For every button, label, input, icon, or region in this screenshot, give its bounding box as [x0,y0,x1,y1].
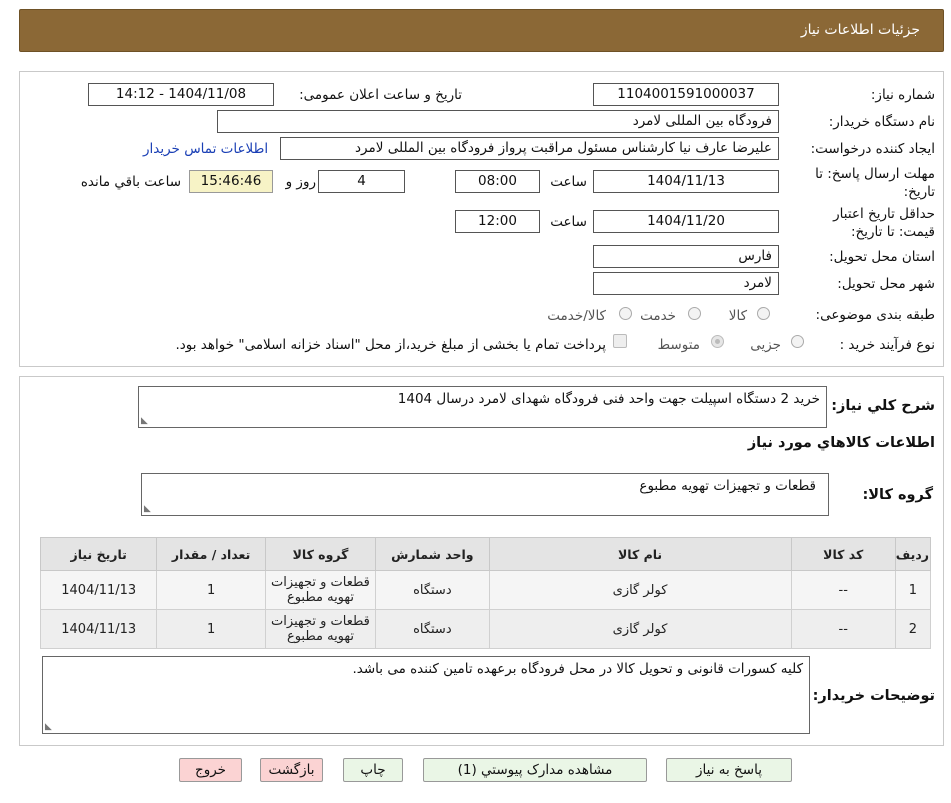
col-item-name: نام کالا [488,537,792,571]
cell-need-date: 1404/11/13 [39,570,158,610]
col-need-date: تاریخ نیاز [39,537,158,571]
category-goods-service-label: کالا/خدمت [547,308,606,324]
page-title: جزئیات اطلاعات نیاز [800,22,920,38]
cell-item-name: کولر گازی [488,609,792,649]
attachments-button[interactable]: مشاهده مدارک پیوستي (1) [423,758,647,782]
deadline-label-line1: مهلت ارسال پاسخ: تا [815,166,935,182]
goods-group-text: قطعات و تجهیزات تهویه مطبوع [639,478,816,494]
page-header: جزئیات اطلاعات نیاز [19,9,944,52]
treasury-payment-note: پرداخت تمام یا بخشی از مبلغ خرید،از محل … [175,337,606,353]
remaining-time-field: 15:46:46 [189,170,273,193]
city-label: شهر محل تحویل: [837,276,935,292]
cell-need-date: 1404/11/13 [39,609,158,649]
validity-date-field: 1404/11/20 [593,210,779,233]
deadline-time-label: ساعت [550,174,587,190]
col-item-code: کد کالا [790,537,896,571]
cell-item-name: کولر گازی [488,570,792,610]
col-unit: واحد شمارش [375,537,490,571]
goods-group-label: گروه کالا: [862,487,933,503]
category-goods-label: کالا [728,308,747,324]
col-quantity: تعداد / مقدار [156,537,266,571]
goods-section-title: اطلاعات کالاهاي مورد نياز [747,435,935,451]
buyer-org-label: نام دستگاه خریدار: [828,114,935,130]
province-label: استان محل تحویل: [829,249,935,265]
process-minor-label: جزیی [750,337,781,353]
description-textarea: خرید 2 دستگاه اسپیلت جهت واحد فنی فرودگا… [138,386,827,428]
cell-row-number: 2 [894,609,932,649]
category-service-label: خدمت [640,308,676,324]
table-header-row: رديف کد کالا نام کالا واحد شمارش گروه کا… [39,537,932,571]
city-field: لامرد [593,272,779,295]
process-medium-radio[interactable] [711,335,724,348]
exit-button[interactable]: خروج [179,758,242,782]
buyer-notes-label: توضیحات خریدار: [812,688,935,704]
description-text: خرید 2 دستگاه اسپیلت جهت واحد فنی فرودگا… [397,391,820,407]
buyer-notes-text: کلیه کسورات قانونی و تحویل کالا در محل ف… [352,661,803,677]
goods-group-textarea: قطعات و تجهیزات تهویه مطبوع ◢ [141,473,829,516]
buyer-contact-link[interactable]: اطلاعات تماس خریدار [143,141,268,157]
requester-field: علیرضا عارف نیا کارشناس مسئول مراقبت پرو… [280,137,779,160]
resize-grip-icon[interactable]: ◢ [144,504,151,514]
cell-unit: دستگاه [375,570,490,610]
cell-row-number: 1 [894,570,932,610]
days-field: 4 [318,170,405,193]
validity-time-field: 12:00 [455,210,540,233]
announce-label: تاریخ و ساعت اعلان عمومی: [299,87,462,103]
category-goods-service-radio[interactable] [619,307,632,320]
process-medium-label: متوسط [657,337,700,353]
cell-unit: دستگاه [375,609,490,649]
remaining-label: ساعت باقي مانده [80,174,181,190]
validity-label-line1: حداقل تاریخ اعتبار [833,206,935,222]
cell-goods-group: قطعات و تجهیزات تهویه مطبوع [264,570,377,610]
cell-item-code: -- [790,609,896,649]
process-label: نوع فرآیند خرید : [839,337,935,353]
buyer-org-field: فرودگاه بین المللی لامرد [217,110,779,133]
col-row-number: رديف [894,537,932,571]
deadline-date-field: 1404/11/13 [593,170,779,193]
need-number-label: شماره نیاز: [870,87,935,103]
category-label: طبقه بندی موضوعی: [815,307,935,323]
print-button[interactable]: چاپ [343,758,403,782]
table-row: 1 -- کولر گازی دستگاه قطعات و تجهیزات ته… [39,570,932,610]
process-minor-radio[interactable] [791,335,804,348]
validity-label-line2: قیمت: تا تاریخ: [851,224,935,240]
province-field: فارس [593,245,779,268]
back-button[interactable]: بازگشت [260,758,323,782]
buyer-notes-textarea: کلیه کسورات قانونی و تحویل کالا در محل ف… [42,656,810,734]
treasury-payment-checkbox[interactable] [613,334,627,348]
announce-field: 1404/11/08 - 14:12 [88,83,274,106]
table-row: 2 -- کولر گازی دستگاه قطعات و تجهیزات ته… [39,609,932,649]
cell-quantity: 1 [156,570,266,610]
cell-goods-group: قطعات و تجهیزات تهویه مطبوع [264,609,377,649]
deadline-time-field: 08:00 [455,170,540,193]
items-table: رديف کد کالا نام کالا واحد شمارش گروه کا… [39,537,932,649]
requester-label: ایجاد کننده درخواست: [810,141,935,157]
resize-grip-icon[interactable]: ◢ [141,416,148,426]
cell-quantity: 1 [156,609,266,649]
need-number-field: 1104001591000037 [593,83,779,106]
col-goods-group: گروه کالا [264,537,377,571]
category-goods-radio[interactable] [757,307,770,320]
days-label: روز و [285,174,316,190]
reply-button[interactable]: پاسخ به نیاز [666,758,792,782]
resize-grip-icon[interactable]: ◢ [45,722,52,732]
cell-item-code: -- [790,570,896,610]
validity-time-label: ساعت [550,214,587,230]
category-service-radio[interactable] [688,307,701,320]
description-label: شرح کلي نياز: [831,398,935,414]
deadline-label-line2: تاریخ: [903,184,935,200]
